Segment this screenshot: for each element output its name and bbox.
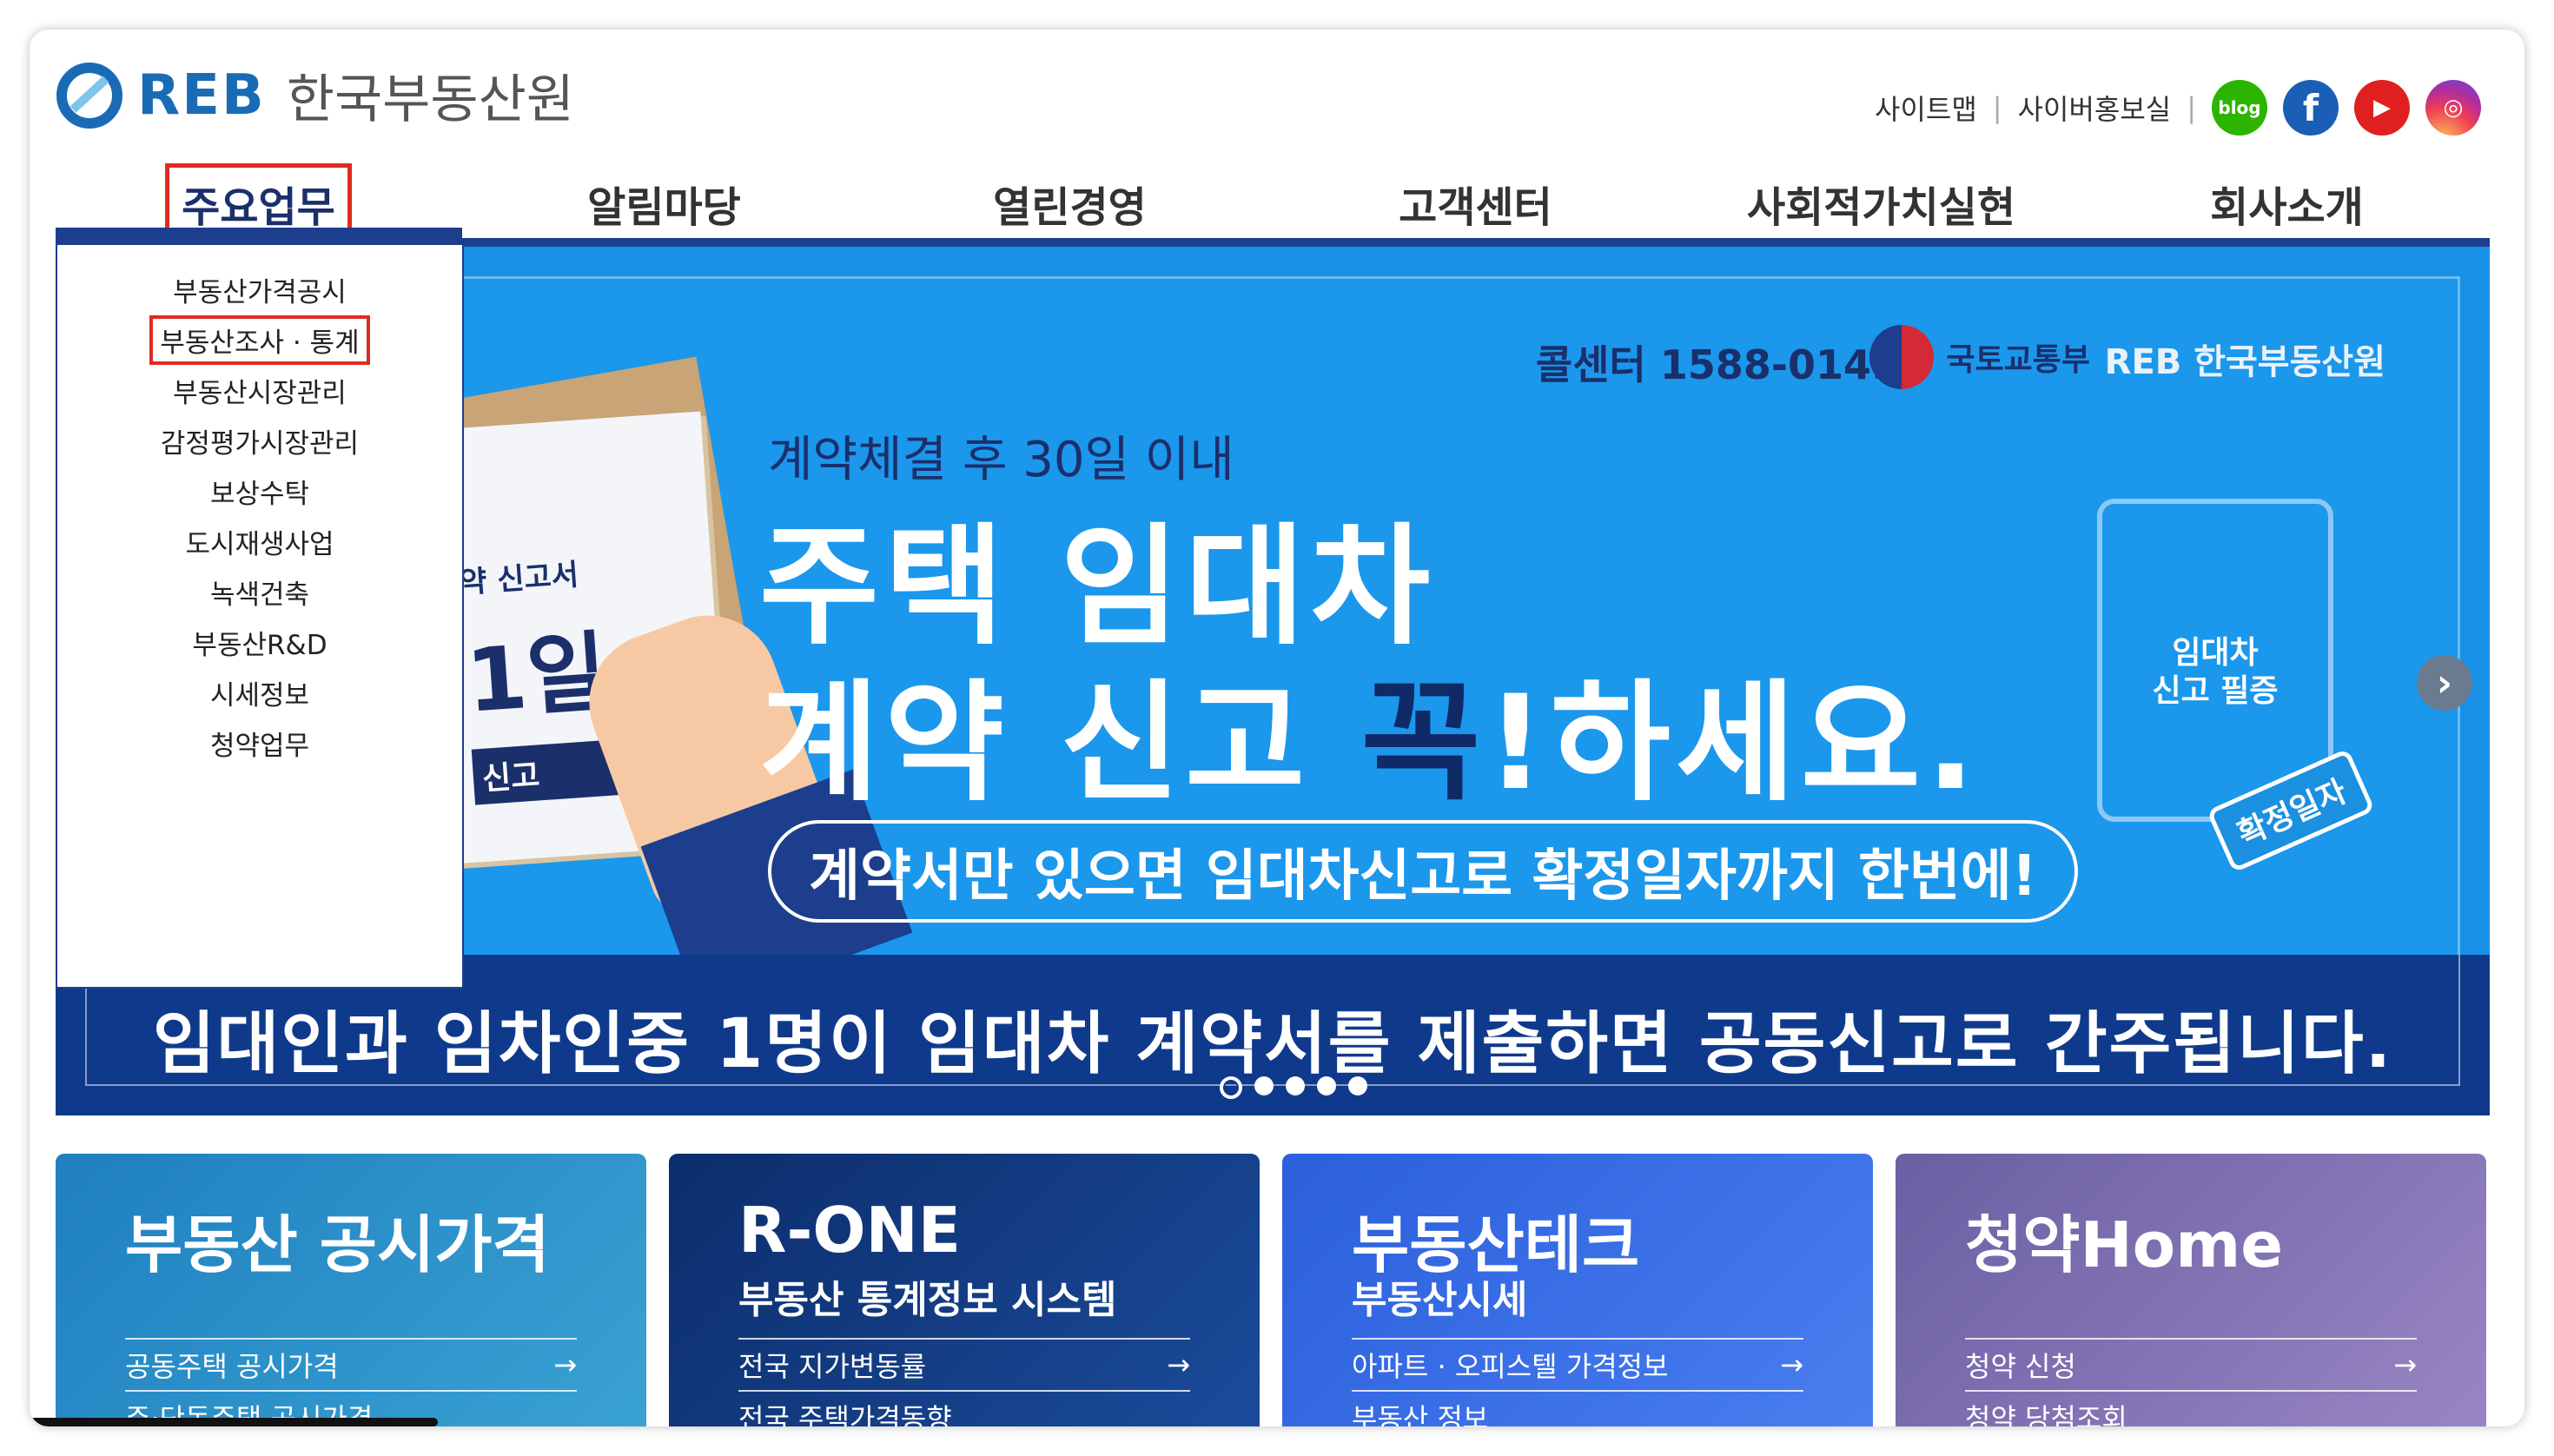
nav-customer-center[interactable]: 고객센터 <box>1273 160 1678 247</box>
scrollbar-indicator[interactable] <box>30 1418 438 1426</box>
utility-nav: 사이트맵 | 사이버홍보실 | blog f ▶ ◎ <box>1875 80 2481 136</box>
dropdown-item-price-notice[interactable]: 부동산가격공시 <box>57 264 462 314</box>
slide-dot-active[interactable] <box>1220 1076 1242 1099</box>
card-link[interactable]: 부동산 정보 <box>1352 1390 1803 1426</box>
card-link[interactable]: 전국 주택가격동향 <box>738 1390 1190 1426</box>
logo-text-en: REB <box>137 63 266 128</box>
logo-mark-icon <box>56 62 123 129</box>
instagram-icon[interactable]: ◎ <box>2425 80 2481 136</box>
card-link[interactable]: 공동주택 공시가격 → <box>125 1338 577 1390</box>
banner-pill-text: 계약서만 있으면 임대차신고로 확정일자까지 한번에! <box>768 820 2078 923</box>
banner-subtitle: 계약체결 후 30일 이내 <box>768 432 1234 488</box>
slide-dot[interactable] <box>1286 1076 1305 1095</box>
nav-social-value[interactable]: 사회적가치실현 <box>1678 160 2084 247</box>
dropdown-item-market-management[interactable]: 부동산시장관리 <box>57 365 462 415</box>
card-subscription-home[interactable]: 청약Home 청약 신청 → 청약 당첨조회 <box>1896 1154 2486 1426</box>
molit-logo: 국토교통부 <box>1869 325 2090 389</box>
callcenter-text: 콜센터 1588-0149 <box>1535 341 1899 388</box>
slide-indicators <box>1220 1076 1367 1099</box>
molit-emblem-icon <box>1869 325 1935 389</box>
nav-about[interactable]: 회사소개 <box>2084 160 2490 247</box>
slide-dot[interactable] <box>1317 1076 1336 1095</box>
cyber-pr-link[interactable]: 사이버홍보실 <box>2018 88 2172 128</box>
dropdown-top-bar <box>56 228 462 245</box>
logo-text-kr: 한국부동산원 <box>286 69 574 130</box>
arrow-right-icon: → <box>2393 1348 2417 1381</box>
arrow-right-icon: → <box>1167 1348 1190 1381</box>
dropdown-item-green-building[interactable]: 녹색건축 <box>57 566 462 617</box>
main-business-dropdown: 부동산가격공시 부동산조사 · 통계 부동산시장관리 감정평가시장관리 보상수탁… <box>56 245 464 989</box>
dropdown-item-urban-regeneration[interactable]: 도시재생사업 <box>57 516 462 566</box>
dropdown-item-survey-statistics[interactable]: 부동산조사 · 통계 <box>57 314 462 365</box>
banner-bottom-text: 임대인과 임차인중 1명이 임대차 계약서를 제출하면 공동신고로 간주됩니다. <box>152 1005 2393 1083</box>
banner-headline-2: 계약 신고 꼭!하세요. <box>759 668 1981 819</box>
banner-reb-logo: REB 한국부동산원 <box>2104 342 2385 382</box>
card-link[interactable]: 아파트 · 오피스텔 가격정보 → <box>1352 1338 1803 1390</box>
sitemap-link[interactable]: 사이트맵 <box>1875 88 1977 128</box>
card-real-estate-tech[interactable]: 부동산테크 부동산시세 아파트 · 오피스텔 가격정보 → 부동산 정보 <box>1282 1154 1873 1426</box>
next-slide-button[interactable]: › <box>2417 655 2472 711</box>
card-link[interactable]: 전국 지가변동률 → <box>738 1338 1190 1390</box>
util-separator: | <box>2187 91 2196 124</box>
card-link[interactable]: 청약 신청 → <box>1965 1338 2417 1390</box>
dropdown-item-appraisal-market[interactable]: 감정평가시장관리 <box>57 415 462 466</box>
nav-notice[interactable]: 알림마당 <box>461 160 867 247</box>
youtube-icon[interactable]: ▶ <box>2354 80 2410 136</box>
arrow-right-icon: → <box>1780 1348 1803 1381</box>
dropdown-item-price-info[interactable]: 시세정보 <box>57 667 462 718</box>
dropdown-item-rnd[interactable]: 부동산R&D <box>57 617 462 667</box>
slide-dot[interactable] <box>1254 1076 1274 1095</box>
blog-icon[interactable]: blog <box>2212 80 2267 136</box>
dropdown-item-subscription[interactable]: 청약업무 <box>57 718 462 768</box>
arrow-right-icon: → <box>553 1348 577 1381</box>
facebook-icon[interactable]: f <box>2283 80 2339 136</box>
browser-window: REB 한국부동산원 사이트맵 | 사이버홍보실 | blog f ▶ ◎ 주요… <box>30 30 2524 1426</box>
card-r-one[interactable]: R-ONE 부동산 통계정보 시스템 전국 지가변동률 → 전국 주택가격동향 <box>669 1154 1260 1426</box>
nav-open-management[interactable]: 열린경영 <box>867 160 1273 247</box>
dropdown-item-compensation[interactable]: 보상수탁 <box>57 466 462 516</box>
site-logo[interactable]: REB 한국부동산원 <box>56 57 574 133</box>
card-link[interactable]: 청약 당첨조회 <box>1965 1390 2417 1426</box>
util-separator: | <box>1992 91 2002 124</box>
card-public-price[interactable]: 부동산 공시가격 공동주택 공시가격 → 주·단독주택 공시가격 <box>56 1154 646 1426</box>
slide-dot[interactable] <box>1348 1076 1367 1095</box>
